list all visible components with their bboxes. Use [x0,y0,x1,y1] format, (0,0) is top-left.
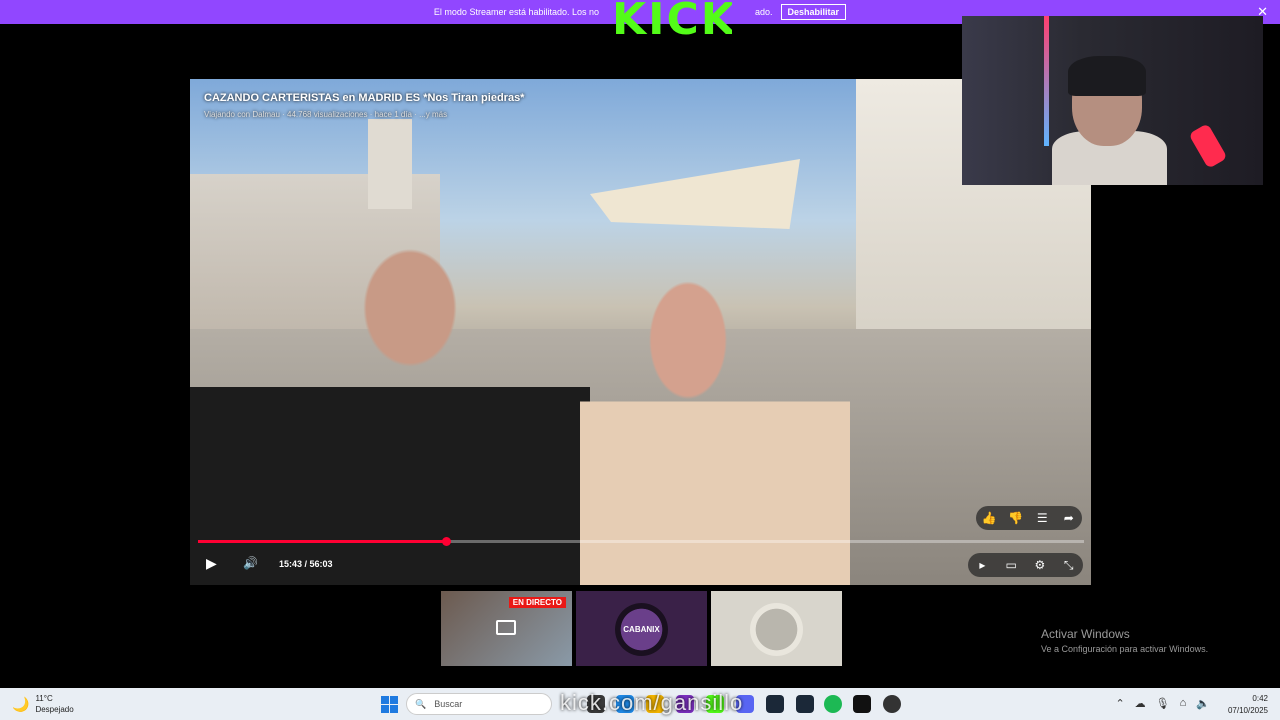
screen-icon [496,620,516,635]
microphone [1188,123,1228,169]
weather-desc: Despejado [35,705,74,714]
subtitles-icon[interactable]: ▭ [1001,558,1021,572]
like-icon[interactable]: 👍 [979,511,999,525]
rgb-light [1044,16,1049,146]
streamer-hair [1068,56,1146,96]
spotify-icon[interactable] [824,695,842,713]
banner-text: El modo Streamer está habilitado. Los no [433,7,600,17]
avatar-label: CABANIX [623,625,660,634]
video-progress-bar[interactable] [198,537,1084,546]
video-scene-person-cap [190,189,590,585]
microphone-icon[interactable]: 🎙 [1156,697,1170,710]
clock-time: 0:42 [1252,694,1268,703]
play-icon[interactable]: ▶ [206,555,217,572]
weather-temp: 11°C [35,694,53,703]
video-title: CAZANDO CARTERISTAS en MADRID ES *Nos Ti… [204,92,525,104]
taskbar-search[interactable]: 🔍 Buscar [406,693,552,715]
dislike-icon[interactable]: 👎 [1006,511,1026,525]
activate-windows-watermark: Activar Windows Ve a Configuración para … [1041,627,1208,654]
reaction-controls: 👍 👎 ☰ ➦ [976,506,1082,530]
kick-logo-overlay: KICK [612,0,732,40]
clock-date: 07/10/2025 [1227,706,1268,715]
speaker-icon[interactable]: 🔈 [1196,697,1210,710]
stream-url-overlay: kick.com/gansillo [560,690,744,715]
fullscreen-exit-icon[interactable]: ⤡ [1059,558,1079,573]
activate-subtitle: Ve a Configuración para activar Windows. [1041,644,1209,654]
video-progress-fill [198,540,447,543]
windows-start-icon[interactable] [381,696,398,713]
volume-icon[interactable]: 🔊 [243,556,258,570]
thumbnail-live[interactable]: EN DIRECTO [441,591,572,666]
cloud-icon[interactable]: ☁ [1135,697,1146,710]
thumbnail-cabanix[interactable]: CABANIX [576,591,707,666]
tiktok-icon[interactable] [853,695,871,713]
system-clock[interactable]: 0:42 07/10/2025 [1228,693,1268,717]
chevron-up-icon[interactable]: ⌃ [1115,697,1124,710]
moon-icon: 🌙 [12,695,30,712]
video-scene-awning [590,159,800,229]
video-progress-knob[interactable] [442,537,452,546]
avatar: CABANIX [615,603,668,656]
obs-icon[interactable] [883,695,901,713]
system-tray: ⌃ ☁ 🎙 ⌂ 🔈 [1115,697,1210,710]
settings-icon[interactable]: ⚙ [1030,558,1050,572]
webcam-overlay [962,16,1263,185]
activate-title: Activar Windows [1041,627,1130,641]
autoplay-icon[interactable]: ▸ [972,558,992,572]
video-subtitle: Viajando con Dalmau · 44.768 visualizaci… [204,110,448,119]
network-icon[interactable]: ⌂ [1180,697,1187,710]
disable-streamer-mode-button[interactable]: Deshabilitar [780,4,847,20]
steam-alt-icon[interactable] [796,695,814,713]
banner-text-end: ado. [755,7,773,17]
weather-widget[interactable]: 🌙 11°C Despejado [12,693,74,715]
share-icon[interactable]: ➦ [1059,511,1079,525]
live-badge: EN DIRECTO [508,597,566,608]
player-settings-controls: ▸ ▭ ⚙ ⤡ [968,553,1083,577]
video-time: 15:43 / 56:03 [279,559,333,569]
search-placeholder: Buscar [434,699,463,709]
comments-icon[interactable]: ☰ [1032,511,1052,525]
video-player[interactable]: CAZANDO CARTERISTAS en MADRID ES *Nos Ti… [190,79,1091,585]
avatar [750,603,803,656]
thumbnail-user[interactable] [711,591,842,666]
search-icon: 🔍 [415,698,427,709]
steam-icon[interactable] [766,695,784,713]
